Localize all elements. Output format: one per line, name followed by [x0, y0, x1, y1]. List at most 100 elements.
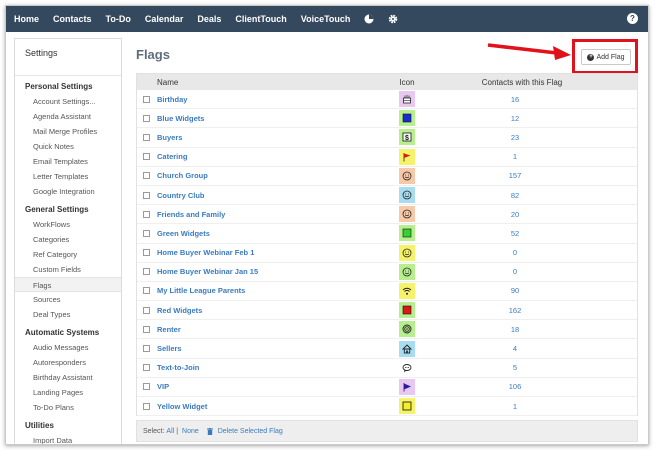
- select-none-link[interactable]: None: [182, 428, 199, 435]
- contacts-count-link[interactable]: 1: [420, 152, 590, 161]
- sidebar-item-birthday-assistant[interactable]: Birthday Assistant: [15, 370, 121, 385]
- flag-name-link[interactable]: My Little League Parents: [157, 286, 393, 295]
- row-checkbox[interactable]: [143, 364, 150, 372]
- row-checkbox[interactable]: [143, 95, 150, 103]
- sidebar-item-letter-templates[interactable]: Letter Templates: [15, 169, 121, 184]
- contacts-count-link[interactable]: 106: [420, 382, 590, 391]
- contacts-count-link[interactable]: 162: [420, 306, 590, 315]
- table-row: VIP 106: [137, 378, 637, 397]
- contacts-count-link[interactable]: 4: [420, 344, 590, 353]
- flag-name-link[interactable]: Sellers: [157, 344, 393, 353]
- delete-selected-flag-link[interactable]: Delete Selected Flag: [218, 428, 283, 435]
- table-row: Renter 18: [137, 320, 637, 340]
- nav-home[interactable]: Home: [14, 14, 39, 24]
- row-checkbox[interactable]: [143, 153, 150, 161]
- flag-name-link[interactable]: Buyers: [157, 133, 393, 142]
- sidebar-section-heading: Utilities: [25, 421, 54, 430]
- column-header-name[interactable]: Name: [137, 78, 387, 87]
- flag-name-link[interactable]: Church Group: [157, 171, 393, 180]
- contacts-count-link[interactable]: 20: [420, 210, 590, 219]
- flag-name-link[interactable]: Red Widgets: [157, 306, 393, 315]
- help-icon[interactable]: ?: [627, 13, 638, 24]
- sidebar-item-audio-messages[interactable]: Audio Messages: [15, 340, 121, 355]
- row-checkbox[interactable]: [143, 402, 150, 410]
- flag-name-link[interactable]: Home Buyer Webinar Feb 1: [157, 248, 393, 257]
- sidebar-section-heading: Automatic Systems: [25, 328, 100, 337]
- contacts-count-link[interactable]: 52: [420, 229, 590, 238]
- sidebar-item-quick-notes[interactable]: Quick Notes: [15, 139, 121, 154]
- sidebar-item-sources[interactable]: Sources: [15, 292, 121, 307]
- flag-name-link[interactable]: Birthday: [157, 95, 393, 104]
- row-checkbox[interactable]: [143, 133, 150, 141]
- contacts-count-link[interactable]: 82: [420, 191, 590, 200]
- table-row: My Little League Parents 90: [137, 282, 637, 302]
- sidebar-item-workflows[interactable]: WorkFlows: [15, 217, 121, 232]
- row-checkbox[interactable]: [143, 383, 150, 391]
- flag-name-link[interactable]: Renter: [157, 325, 393, 334]
- sidebar-item-agenda-assistant[interactable]: Agenda Assistant: [15, 109, 121, 124]
- select-all-link[interactable]: All: [166, 428, 174, 435]
- trash-icon[interactable]: [206, 427, 213, 435]
- sidebar-item-deal-types[interactable]: Deal Types: [15, 307, 121, 322]
- nav-calendar[interactable]: Calendar: [145, 14, 184, 24]
- sidebar-item-flags[interactable]: Flags: [15, 277, 121, 292]
- row-checkbox[interactable]: [143, 172, 150, 180]
- contacts-count-link[interactable]: 23: [420, 133, 590, 142]
- contacts-count-link[interactable]: 157: [420, 171, 590, 180]
- row-checkbox[interactable]: [143, 325, 150, 333]
- sidebar-section-heading: Personal Settings: [25, 82, 93, 91]
- contacts-count-link[interactable]: 18: [420, 325, 590, 334]
- flag-name-link[interactable]: Text-to-Join: [157, 363, 393, 372]
- column-header-contacts[interactable]: Contacts with this Flag: [427, 78, 597, 87]
- sidebar-title: Settings: [15, 39, 121, 76]
- contacts-count-link[interactable]: 12: [420, 114, 590, 123]
- row-checkbox[interactable]: [143, 114, 150, 122]
- contacts-count-link[interactable]: 1: [420, 402, 590, 411]
- flag-name-link[interactable]: Blue Widgets: [157, 114, 393, 123]
- flag-name-link[interactable]: Home Buyer Webinar Jan 15: [157, 267, 393, 276]
- flag-icon: [399, 378, 415, 395]
- contacts-count-link[interactable]: 16: [420, 95, 590, 104]
- nav-clienttouch[interactable]: ClientTouch: [235, 14, 286, 24]
- row-checkbox[interactable]: [143, 249, 150, 257]
- sidebar-item-google-integration[interactable]: Google Integration: [15, 184, 121, 199]
- flag-name-link[interactable]: Yellow Widget: [157, 402, 393, 411]
- row-checkbox[interactable]: [143, 268, 150, 276]
- select-separator: |: [176, 427, 179, 435]
- add-flag-button[interactable]: + Add Flag: [581, 49, 631, 65]
- contacts-count-link[interactable]: 0: [420, 248, 590, 257]
- row-checkbox[interactable]: [143, 191, 150, 199]
- row-checkbox[interactable]: [143, 210, 150, 218]
- contacts-count-link[interactable]: 90: [420, 286, 590, 295]
- sidebar-item-ref-category[interactable]: Ref Category: [15, 247, 121, 262]
- contacts-count-link[interactable]: 5: [420, 363, 590, 372]
- column-header-icon: Icon: [399, 77, 415, 87]
- contacts-count-link[interactable]: 0: [420, 267, 590, 276]
- row-checkbox[interactable]: [143, 229, 150, 237]
- sidebar-item-to-do-plans[interactable]: To-Do Plans: [15, 400, 121, 415]
- sidebar-item-autoresponders[interactable]: Autoresponders: [15, 355, 121, 370]
- row-checkbox[interactable]: [143, 287, 150, 295]
- flag-name-link[interactable]: Green Widgets: [157, 229, 393, 238]
- flag-name-link[interactable]: Catering: [157, 152, 393, 161]
- sidebar-item-categories[interactable]: Categories: [15, 232, 121, 247]
- nav-voicetouch[interactable]: VoiceTouch: [301, 14, 351, 24]
- row-checkbox[interactable]: [143, 345, 150, 353]
- sidebar-item-custom-fields[interactable]: Custom Fields: [15, 262, 121, 277]
- flag-name-link[interactable]: Country Club: [157, 191, 393, 200]
- sidebar-item-account-settings[interactable]: Account Settings...: [15, 94, 121, 109]
- row-checkbox[interactable]: [143, 306, 150, 314]
- nav-todo[interactable]: To-Do: [106, 14, 131, 24]
- annotation-arrow-icon: [487, 43, 571, 60]
- table-row: Blue Widgets 12: [137, 109, 637, 129]
- nav-deals[interactable]: Deals: [197, 14, 221, 24]
- gear-icon[interactable]: [388, 14, 398, 24]
- flag-name-link[interactable]: Friends and Family: [157, 210, 393, 219]
- sidebar-item-landing-pages[interactable]: Landing Pages: [15, 385, 121, 400]
- sidebar-item-email-templates[interactable]: Email Templates: [15, 154, 121, 169]
- pie-chart-icon[interactable]: [364, 14, 374, 24]
- flag-name-link[interactable]: VIP: [157, 382, 393, 391]
- sidebar-item-import-data[interactable]: Import Data: [15, 433, 121, 444]
- sidebar-item-mail-merge-profiles[interactable]: Mail Merge Profiles: [15, 124, 121, 139]
- nav-contacts[interactable]: Contacts: [53, 14, 92, 24]
